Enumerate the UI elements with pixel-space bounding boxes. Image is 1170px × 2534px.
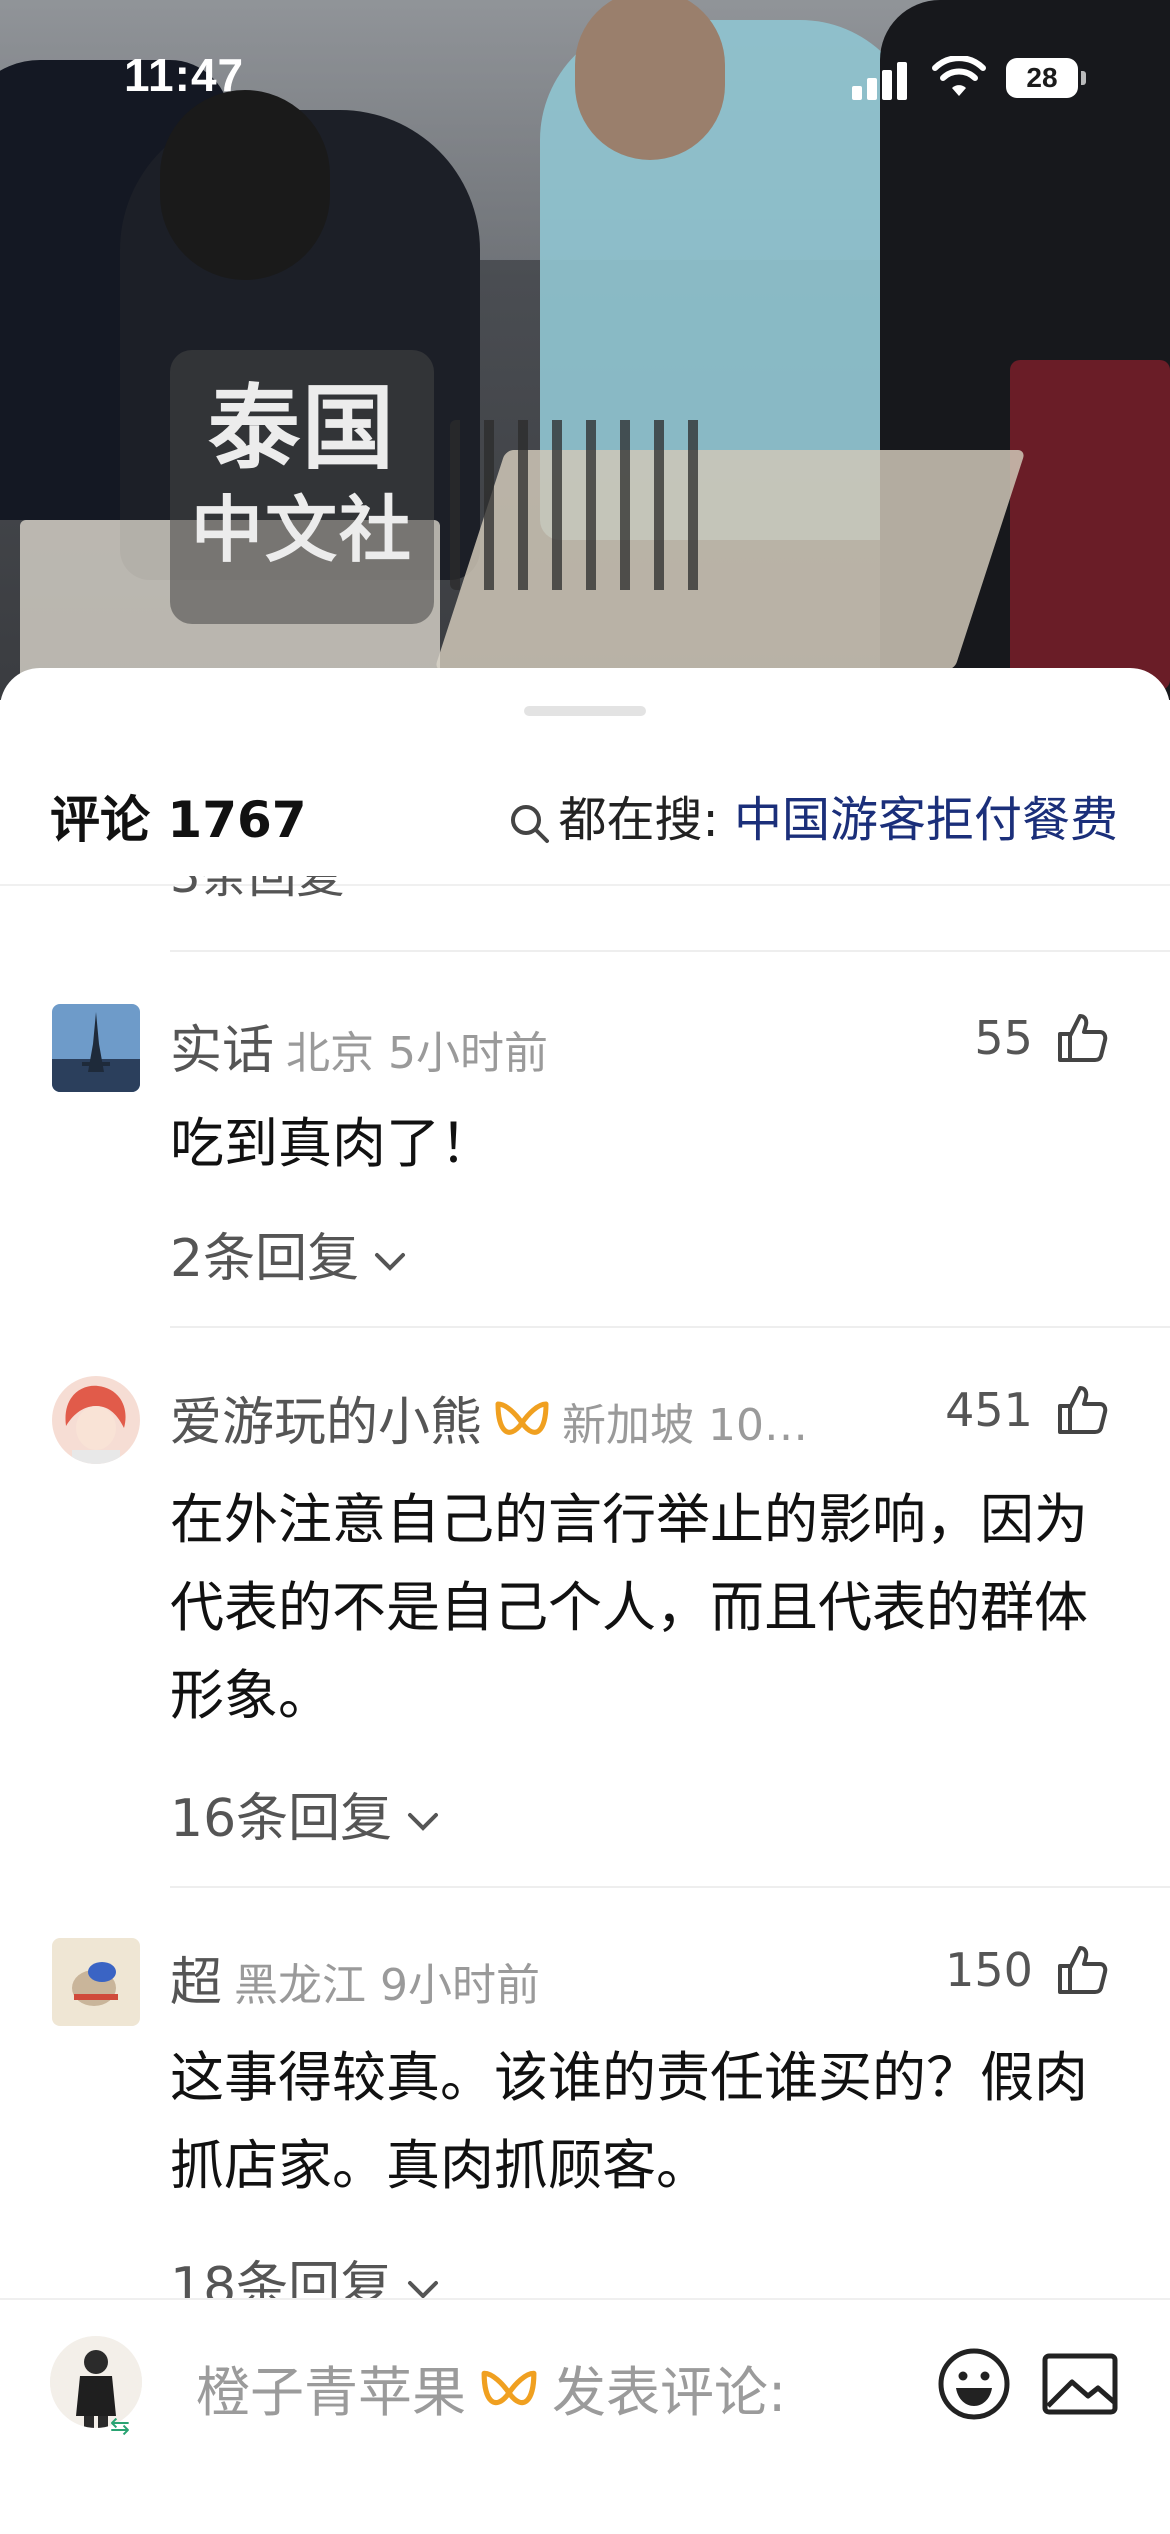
battery-icon: 28 [1006,58,1086,98]
drag-handle[interactable] [524,706,646,716]
switch-account-icon[interactable]: ⇆ [110,2412,130,2440]
view-replies-button[interactable]: 16条回复 [170,1776,440,1851]
partial-reply-toggle[interactable]: 3条回复 [170,876,345,898]
replies-label: 2条回复 [170,1229,360,1289]
emoji-icon[interactable] [934,2344,1014,2424]
replies-label: 16条回复 [170,1789,393,1849]
video-figure [1010,360,1170,690]
comment-divider [170,1326,1170,1328]
wifi-icon [932,56,986,96]
image-icon[interactable] [1040,2350,1120,2420]
commenter-name[interactable]: 超 [170,1953,222,2013]
avatar[interactable] [52,1938,140,2026]
comment-input[interactable]: 橙子青苹果 发表评论: [196,2348,786,2427]
view-replies-button[interactable]: 2条回复 [170,1216,407,1291]
avatar[interactable] [52,1004,140,1092]
chevron-down-icon [375,1253,406,1271]
like-control[interactable]: 451 [945,1382,1110,1438]
composer-username: 橙子青苹果 [196,2361,466,2424]
comment-text: 吃到真肉了！ [170,1112,494,1175]
watermark-line-2: 中文社 [190,488,413,572]
like-count: 150 [945,1943,1033,1997]
video-chairs [450,420,710,590]
commenter-name[interactable]: 爱游玩的小熊 [170,1393,482,1453]
vip-badge-icon [481,2370,537,2406]
thumb-up-icon [1058,1014,1108,1062]
comment-count-title: 评论 1767 [50,791,307,849]
comment-text: 在外注意自己的言行举止的影响，因为代表的不是自己个人，而且代表的群体形象。 [170,1488,1088,1727]
commenter-name[interactable]: 实话 [170,1021,274,1081]
like-count: 55 [974,1011,1033,1065]
thumb-up-icon [1058,1946,1108,1994]
like-count: 451 [945,1383,1033,1437]
chevron-down-icon [408,1813,439,1831]
sheet-header: 评论 1767 都在搜: 中国游客拒付餐费 [0,760,1170,880]
avatar-image [52,1938,140,2026]
signal-icon [852,60,912,100]
search-query: 中国游客拒付餐费 [733,792,1118,848]
search-icon [510,805,549,843]
comment-composer-bar: ⇆ 橙子青苹果 发表评论: [0,2298,1170,2534]
trending-search-link[interactable]: 都在搜: 中国游客拒付餐费 [507,780,1118,850]
comment-divider [170,1886,1170,1888]
like-control[interactable]: 55 [974,1010,1110,1066]
composer-placeholder: 发表评论: [552,2361,787,2424]
thumb-up-icon [1058,1386,1108,1434]
comment-location-time: 新加坡 10… [562,1400,808,1451]
channel-watermark: 泰国 中文社 [170,350,434,624]
like-control[interactable]: 150 [945,1942,1110,1998]
avatar-image [52,1004,140,1092]
watermark-line-1: 泰国 [207,375,396,482]
vip-badge-icon [495,1401,549,1435]
avatar[interactable] [52,1376,140,1464]
comment-location-time: 黑龙江 9小时前 [234,1960,540,2011]
status-bar: 11:47 28 [0,0,1170,150]
comment-location-time: 北京 5小时前 [286,1028,548,1079]
comment-text: 这事得较真。该谁的责任谁买的？假肉抓店家。真肉抓顾客。 [170,2046,1088,2197]
search-prefix: 都在搜: [558,792,719,848]
avatar-image [52,1376,140,1464]
comment-sheet: 评论 1767 都在搜: 中国游客拒付餐费 3条回复 实话北京 5小时前 55 [0,668,1170,2532]
comment-divider [170,950,1170,952]
status-time: 11:47 [124,49,245,101]
